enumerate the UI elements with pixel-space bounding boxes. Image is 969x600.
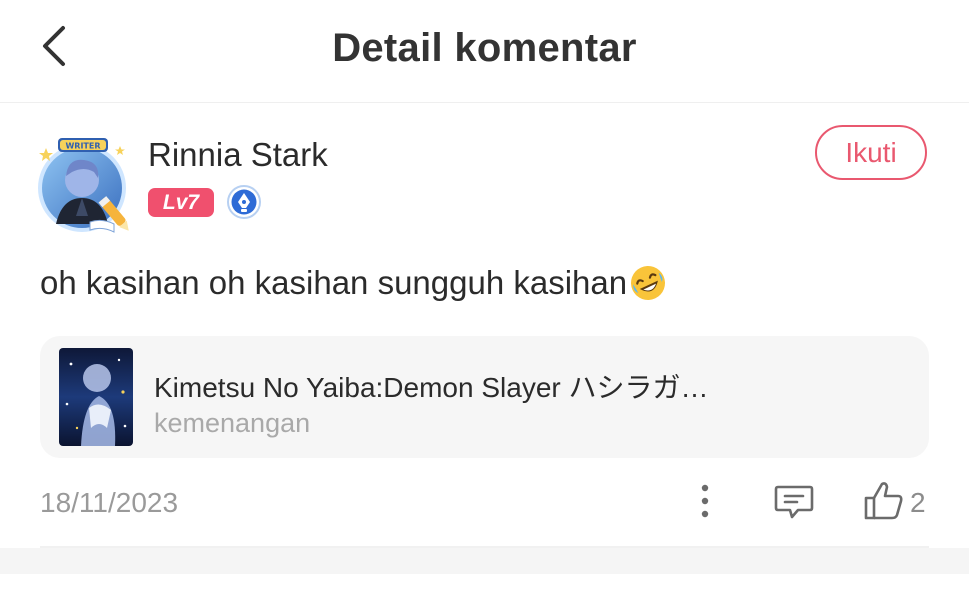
rolling-on-floor-laughing-icon	[629, 264, 667, 302]
book-title: Kimetsu No Yaiba:Demon Slayer ハシラガ…	[154, 372, 709, 403]
section-separator	[0, 548, 969, 574]
book-card[interactable]: Kimetsu No Yaiba:Demon Slayer ハシラガ… keme…	[40, 336, 929, 458]
reply-button[interactable]	[772, 480, 816, 524]
header-bar: Detail komentar	[0, 0, 969, 103]
pen-nib-icon	[227, 185, 261, 219]
svg-text:WRITER: WRITER	[65, 142, 100, 151]
author-name[interactable]: Rinnia Stark	[148, 136, 328, 174]
comment-body: oh kasihan oh kasihan sungguh kasihan	[40, 264, 628, 301]
thumbs-up-icon	[864, 482, 903, 520]
avatar[interactable]: WRITER	[32, 136, 136, 236]
more-options-button[interactable]	[685, 480, 725, 524]
book-subtitle: kemenangan	[154, 408, 311, 438]
book-cover-image	[59, 348, 133, 446]
comment-detail-screen: Detail komentar WRITER Rinnia Stark Lv7 …	[0, 0, 969, 600]
comment-icon	[774, 485, 814, 519]
like-count: 2	[910, 487, 926, 518]
comment-date: 18/11/2023	[40, 487, 179, 518]
comment-text: oh kasihan oh kasihan sungguh kasihan	[40, 264, 667, 302]
level-badge: Lv7	[148, 188, 214, 217]
follow-button[interactable]: Ikuti	[815, 125, 927, 180]
more-vertical-icon	[701, 484, 709, 518]
like-button[interactable]	[860, 478, 908, 524]
page-title: Detail komentar	[332, 26, 637, 70]
